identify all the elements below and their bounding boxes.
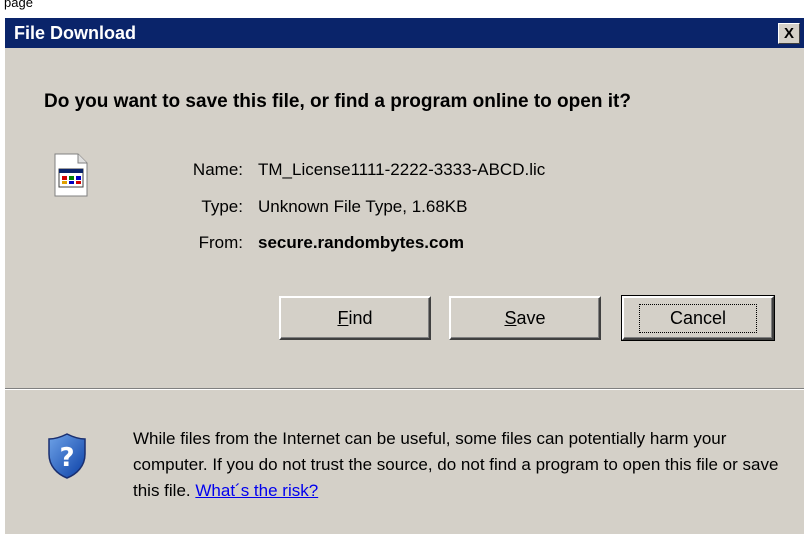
svg-text:?: ?	[59, 443, 74, 473]
cancel-button-label: Cancel	[638, 303, 758, 333]
find-button-label: Find	[337, 307, 373, 328]
save-button-label: Save	[504, 307, 546, 328]
dialog-title: File Download	[14, 23, 137, 43]
security-warning: While files from the Internet can be use…	[133, 426, 793, 504]
close-icon: X	[783, 25, 794, 42]
type-label: Type:	[201, 197, 243, 216]
find-button[interactable]: Find	[279, 296, 431, 340]
separator	[5, 388, 804, 390]
question-heading: Do you want to save this file, or find a…	[44, 91, 631, 112]
file-icon	[53, 153, 89, 202]
whats-the-risk-link[interactable]: What´s the risk?	[195, 481, 318, 500]
file-type-value: Unknown File Type, 1.68KB	[258, 197, 468, 216]
title-bar[interactable]: File Download X	[5, 18, 804, 48]
file-download-dialog: File Download X Do you want to save this…	[4, 18, 804, 534]
cancel-button[interactable]: Cancel	[621, 295, 775, 341]
file-name-value: TM_License1111-2222-3333-ABCD.lic	[258, 160, 546, 179]
close-button[interactable]: X	[778, 23, 800, 44]
from-label: From:	[198, 233, 243, 252]
page-top-text: page	[4, 0, 33, 10]
shield-question-icon: ?	[47, 432, 87, 485]
page-background: page	[0, 0, 804, 18]
file-source-value: secure.randombytes.com	[258, 233, 464, 252]
save-button[interactable]: Save	[449, 296, 601, 340]
name-label: Name:	[192, 160, 243, 179]
